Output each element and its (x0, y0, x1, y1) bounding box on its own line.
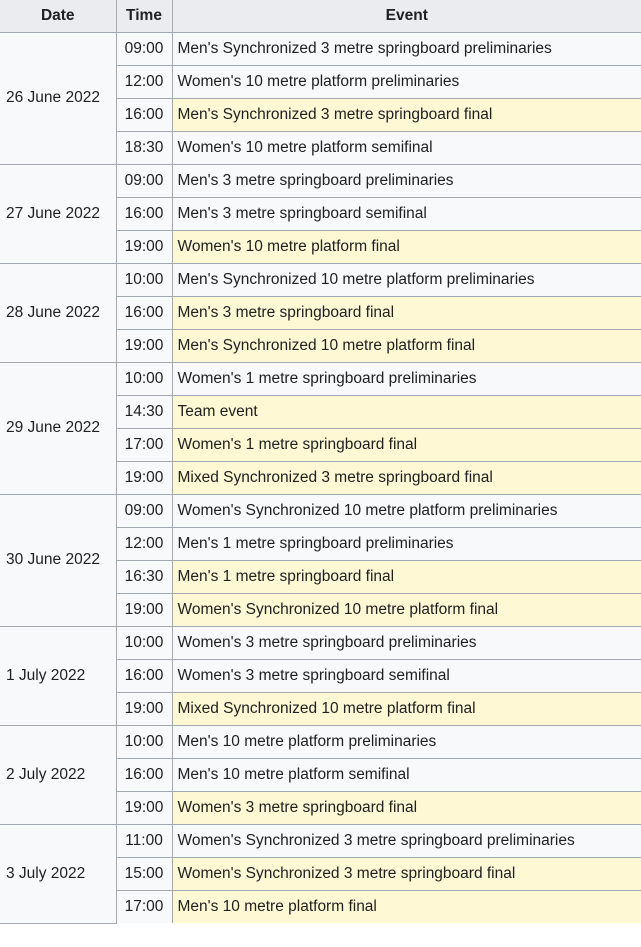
schedule-table: Date Time Event 26 June 2022 09:00 Men's S… (0, 0, 641, 924)
final-event-cell: Men's 10 metre platform final (171, 889, 641, 923)
time-cell: 16:00 (115, 97, 173, 132)
event-cell: Women's 1 metre springboard preliminarie… (171, 361, 641, 396)
time-cell: 16:30 (115, 559, 173, 594)
table-row: 1 July 2022 10:00 Women's 3 metre springbo… (0, 625, 641, 726)
header-row: Date Time Event (0, 0, 641, 33)
time-cell: 19:00 (115, 592, 173, 627)
final-event-cell: Team event (171, 394, 641, 429)
event-column-header[interactable]: Event (171, 0, 641, 33)
time-cell: 19:00 (115, 460, 173, 495)
date-cell: 29 June 2022 (0, 361, 117, 495)
time-cell: 17:00 (115, 427, 173, 462)
time-cell: 14:30 (115, 394, 173, 429)
final-event-cell: Women's Synchronized 3 metre springboard… (171, 856, 641, 891)
date-cell: 26 June 2022 (0, 31, 117, 165)
final-event-cell: Men's Synchronized 10 metre platform fin… (171, 328, 641, 363)
time-cell: 12:00 (115, 64, 173, 99)
event-cell: Men's 3 metre springboard preliminaries (171, 163, 641, 198)
time-cell: 16:00 (115, 757, 173, 792)
time-cell: 15:00 (115, 856, 173, 891)
date-cell: 30 June 2022 (0, 493, 117, 627)
event-cell: Men's Synchronized 3 metre springboard p… (171, 31, 641, 66)
time-cell: 10:00 (115, 262, 173, 297)
time-cell: 19:00 (115, 328, 173, 363)
event-cell: Men's 10 metre platform semifinal (171, 757, 641, 792)
event-cell: Men's 10 metre platform preliminaries (171, 724, 641, 759)
time-cell: 12:00 (115, 526, 173, 561)
table-row: 3 July 2022 11:00 Women's Synchronized 3 m… (0, 823, 641, 924)
table-row: 30 June 2022 09:00 Women's Synchronized 10… (0, 493, 641, 627)
time-cell: 19:00 (115, 229, 173, 264)
table-row: 28 June 2022 10:00 Men's Synchronized 10 m… (0, 262, 641, 363)
time-cell: 18:30 (115, 130, 173, 165)
event-cell: Women's Synchronized 3 metre springboard… (171, 823, 641, 858)
final-event-cell: Men's 3 metre springboard final (171, 295, 641, 330)
time-cell: 10:00 (115, 361, 173, 396)
schedule-body: 26 June 2022 09:00 Men's Synchronized 3 me… (0, 31, 641, 924)
final-event-cell: Mixed Synchronized 3 metre springboard f… (171, 460, 641, 495)
time-cell: 09:00 (115, 31, 173, 66)
final-event-cell: Mixed Synchronized 10 metre platform fin… (171, 691, 641, 726)
event-cell: Women's 10 metre platform semifinal (171, 130, 641, 165)
event-cell: Men's 1 metre springboard preliminaries (171, 526, 641, 561)
time-cell: 10:00 (115, 625, 173, 660)
time-cell: 16:00 (115, 295, 173, 330)
event-cell: Women's 3 metre springboard semifinal (171, 658, 641, 693)
table-row: 2 July 2022 10:00 Men's 10 metre platform … (0, 724, 641, 825)
final-event-cell: Women's 1 metre springboard final (171, 427, 641, 462)
table-row: 26 June 2022 09:00 Men's Synchronized 3 me… (0, 31, 641, 165)
date-cell: 27 June 2022 (0, 163, 117, 264)
time-cell: 10:00 (115, 724, 173, 759)
time-cell: 11:00 (115, 823, 173, 858)
event-cell: Men's Synchronized 10 metre platform pre… (171, 262, 641, 297)
event-cell: Women's 10 metre platform preliminaries (171, 64, 641, 99)
final-event-cell: Men's 1 metre springboard final (171, 559, 641, 594)
date-cell: 3 July 2022 (0, 823, 117, 924)
time-cell: 16:00 (115, 196, 173, 231)
date-cell: 2 July 2022 (0, 724, 117, 825)
time-cell: 09:00 (115, 163, 173, 198)
event-cell: Women's 3 metre springboard preliminarie… (171, 625, 641, 660)
final-event-cell: Women's 10 metre platform final (171, 229, 641, 264)
time-cell: 09:00 (115, 493, 173, 528)
time-cell: 19:00 (115, 790, 173, 825)
event-cell: Women's Synchronized 10 metre platform p… (171, 493, 641, 528)
table-row: 29 June 2022 10:00 Women's 1 metre springb… (0, 361, 641, 495)
date-column-header[interactable]: Date (0, 0, 117, 33)
date-cell: 28 June 2022 (0, 262, 117, 363)
table-row: 27 June 2022 09:00 Men's 3 metre springboa… (0, 163, 641, 264)
time-cell: 17:00 (115, 889, 173, 923)
time-column-header[interactable]: Time (115, 0, 173, 33)
final-event-cell: Men's Synchronized 3 metre springboard f… (171, 97, 641, 132)
time-cell: 19:00 (115, 691, 173, 726)
final-event-cell: Women's Synchronized 10 metre platform f… (171, 592, 641, 627)
event-cell: Men's 3 metre springboard semifinal (171, 196, 641, 231)
time-cell: 16:00 (115, 658, 173, 693)
final-event-cell: Women's 3 metre springboard final (171, 790, 641, 825)
date-cell: 1 July 2022 (0, 625, 117, 726)
